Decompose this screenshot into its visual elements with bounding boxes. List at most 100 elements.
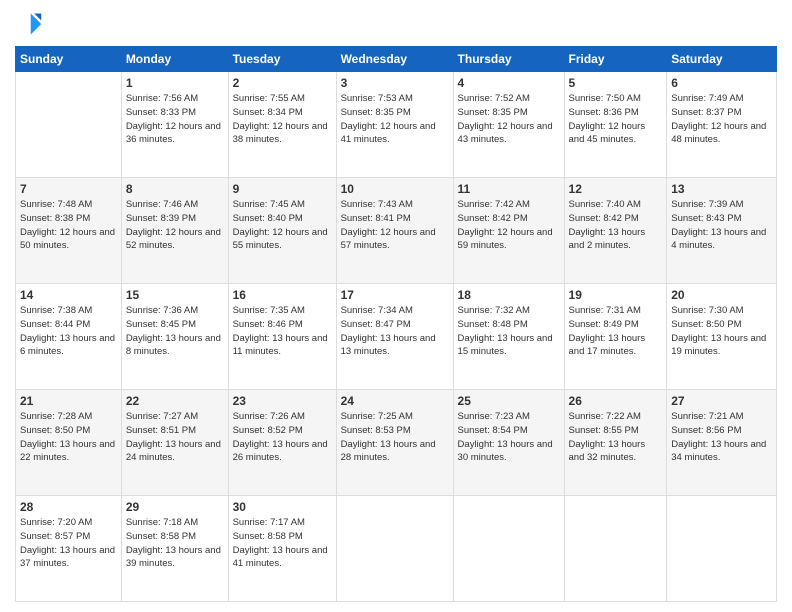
day-number: 14 <box>20 288 117 302</box>
day-number: 2 <box>233 76 332 90</box>
day-number: 11 <box>458 182 560 196</box>
day-info: Sunrise: 7:43 AMSunset: 8:41 PMDaylight:… <box>341 198 449 253</box>
day-number: 25 <box>458 394 560 408</box>
day-info: Sunrise: 7:17 AMSunset: 8:58 PMDaylight:… <box>233 516 332 571</box>
day-number: 23 <box>233 394 332 408</box>
day-cell: 17 Sunrise: 7:34 AMSunset: 8:47 PMDayligh… <box>336 284 453 390</box>
day-cell: 10Sunrise: 7:43 AMSunset: 8:41 PMDayligh… <box>336 178 453 284</box>
header-cell: Sunday <box>16 47 122 72</box>
day-cell: 16 Sunrise: 7:35 AMSunset: 8:46 PMDayligh… <box>228 284 336 390</box>
day-info: Sunrise: 7:56 AMSunset: 8:33 PMDaylight:… <box>126 92 224 147</box>
week-row: 1 Sunrise: 7:56 AMSunset: 8:33 PMDaylight… <box>16 72 777 178</box>
day-cell <box>16 72 122 178</box>
day-info: Sunrise: 7:36 AMSunset: 8:45 PMDaylight:… <box>126 304 224 359</box>
logo-icon <box>15 10 43 38</box>
day-cell <box>564 496 667 602</box>
day-cell <box>336 496 453 602</box>
header-row: SundayMondayTuesdayWednesdayThursdayFrid… <box>16 47 777 72</box>
day-number: 20 <box>671 288 772 302</box>
day-cell: 23 Sunrise: 7:26 AMSunset: 8:52 PMDayligh… <box>228 390 336 496</box>
week-row: 7 Sunrise: 7:48 AMSunset: 8:38 PMDaylight… <box>16 178 777 284</box>
day-cell: 15 Sunrise: 7:36 AMSunset: 8:45 PMDayligh… <box>121 284 228 390</box>
day-cell: 20 Sunrise: 7:30 AMSunset: 8:50 PMDayligh… <box>667 284 777 390</box>
day-info: Sunrise: 7:45 AMSunset: 8:40 PMDaylight:… <box>233 198 332 253</box>
day-number: 9 <box>233 182 332 196</box>
calendar-table: SundayMondayTuesdayWednesdayThursdayFrid… <box>15 46 777 602</box>
day-number: 3 <box>341 76 449 90</box>
day-cell: 4 Sunrise: 7:52 AMSunset: 8:35 PMDaylight… <box>453 72 564 178</box>
day-number: 15 <box>126 288 224 302</box>
day-info: Sunrise: 7:23 AMSunset: 8:54 PMDaylight:… <box>458 410 560 465</box>
day-cell: 8Sunrise: 7:46 AMSunset: 8:39 PMDaylight… <box>121 178 228 284</box>
day-info: Sunrise: 7:30 AMSunset: 8:50 PMDaylight:… <box>671 304 772 359</box>
day-cell: 9 Sunrise: 7:45 AMSunset: 8:40 PMDaylight… <box>228 178 336 284</box>
day-number: 1 <box>126 76 224 90</box>
day-number: 5 <box>569 76 663 90</box>
day-number: 28 <box>20 500 117 514</box>
day-number: 30 <box>233 500 332 514</box>
day-info: Sunrise: 7:21 AMSunset: 8:56 PMDaylight:… <box>671 410 772 465</box>
day-info: Sunrise: 7:18 AMSunset: 8:58 PMDaylight:… <box>126 516 224 571</box>
day-number: 22 <box>126 394 224 408</box>
day-number: 29 <box>126 500 224 514</box>
day-info: Sunrise: 7:34 AMSunset: 8:47 PMDaylight:… <box>341 304 449 359</box>
day-number: 19 <box>569 288 663 302</box>
day-info: Sunrise: 7:50 AMSunset: 8:36 PMDaylight:… <box>569 92 663 147</box>
day-cell: 5 Sunrise: 7:50 AMSunset: 8:36 PMDaylight… <box>564 72 667 178</box>
day-number: 16 <box>233 288 332 302</box>
day-number: 17 <box>341 288 449 302</box>
day-cell: 29 Sunrise: 7:18 AMSunset: 8:58 PMDayligh… <box>121 496 228 602</box>
day-number: 18 <box>458 288 560 302</box>
day-cell: 13Sunrise: 7:39 AMSunset: 8:43 PMDayligh… <box>667 178 777 284</box>
day-info: Sunrise: 7:22 AMSunset: 8:55 PMDaylight:… <box>569 410 663 465</box>
day-cell <box>667 496 777 602</box>
day-number: 6 <box>671 76 772 90</box>
logo <box>15 10 47 38</box>
day-info: Sunrise: 7:35 AMSunset: 8:46 PMDaylight:… <box>233 304 332 359</box>
page: SundayMondayTuesdayWednesdayThursdayFrid… <box>0 0 792 612</box>
day-cell: 1 Sunrise: 7:56 AMSunset: 8:33 PMDaylight… <box>121 72 228 178</box>
day-info: Sunrise: 7:31 AMSunset: 8:49 PMDaylight:… <box>569 304 663 359</box>
day-info: Sunrise: 7:52 AMSunset: 8:35 PMDaylight:… <box>458 92 560 147</box>
day-cell: 28 Sunrise: 7:20 AMSunset: 8:57 PMDayligh… <box>16 496 122 602</box>
day-cell <box>453 496 564 602</box>
day-info: Sunrise: 7:38 AMSunset: 8:44 PMDaylight:… <box>20 304 117 359</box>
day-cell: 6 Sunrise: 7:49 AMSunset: 8:37 PMDaylight… <box>667 72 777 178</box>
day-cell: 12Sunrise: 7:40 AMSunset: 8:42 PMDayligh… <box>564 178 667 284</box>
day-info: Sunrise: 7:28 AMSunset: 8:50 PMDaylight:… <box>20 410 117 465</box>
day-info: Sunrise: 7:49 AMSunset: 8:37 PMDaylight:… <box>671 92 772 147</box>
day-info: Sunrise: 7:20 AMSunset: 8:57 PMDaylight:… <box>20 516 117 571</box>
day-number: 7 <box>20 182 117 196</box>
day-number: 4 <box>458 76 560 90</box>
day-info: Sunrise: 7:26 AMSunset: 8:52 PMDaylight:… <box>233 410 332 465</box>
day-info: Sunrise: 7:55 AMSunset: 8:34 PMDaylight:… <box>233 92 332 147</box>
day-number: 26 <box>569 394 663 408</box>
day-cell: 7 Sunrise: 7:48 AMSunset: 8:38 PMDaylight… <box>16 178 122 284</box>
day-cell: 2 Sunrise: 7:55 AMSunset: 8:34 PMDaylight… <box>228 72 336 178</box>
day-cell: 19 Sunrise: 7:31 AMSunset: 8:49 PMDayligh… <box>564 284 667 390</box>
day-cell: 14 Sunrise: 7:38 AMSunset: 8:44 PMDayligh… <box>16 284 122 390</box>
day-cell: 21 Sunrise: 7:28 AMSunset: 8:50 PMDayligh… <box>16 390 122 496</box>
day-cell: 26 Sunrise: 7:22 AMSunset: 8:55 PMDayligh… <box>564 390 667 496</box>
day-info: Sunrise: 7:46 AMSunset: 8:39 PMDaylight:… <box>126 198 224 253</box>
header-cell: Tuesday <box>228 47 336 72</box>
day-number: 24 <box>341 394 449 408</box>
day-cell: 27 Sunrise: 7:21 AMSunset: 8:56 PMDayligh… <box>667 390 777 496</box>
day-info: Sunrise: 7:27 AMSunset: 8:51 PMDaylight:… <box>126 410 224 465</box>
header-cell: Friday <box>564 47 667 72</box>
day-info: Sunrise: 7:48 AMSunset: 8:38 PMDaylight:… <box>20 198 117 253</box>
day-cell: 22 Sunrise: 7:27 AMSunset: 8:51 PMDayligh… <box>121 390 228 496</box>
day-number: 21 <box>20 394 117 408</box>
header-cell: Monday <box>121 47 228 72</box>
week-row: 28 Sunrise: 7:20 AMSunset: 8:57 PMDayligh… <box>16 496 777 602</box>
header-cell: Wednesday <box>336 47 453 72</box>
header <box>15 10 777 38</box>
day-number: 13 <box>671 182 772 196</box>
day-number: 27 <box>671 394 772 408</box>
day-info: Sunrise: 7:40 AMSunset: 8:42 PMDaylight:… <box>569 198 663 253</box>
day-info: Sunrise: 7:32 AMSunset: 8:48 PMDaylight:… <box>458 304 560 359</box>
header-cell: Thursday <box>453 47 564 72</box>
week-row: 14 Sunrise: 7:38 AMSunset: 8:44 PMDayligh… <box>16 284 777 390</box>
day-cell: 30 Sunrise: 7:17 AMSunset: 8:58 PMDayligh… <box>228 496 336 602</box>
day-cell: 11Sunrise: 7:42 AMSunset: 8:42 PMDayligh… <box>453 178 564 284</box>
